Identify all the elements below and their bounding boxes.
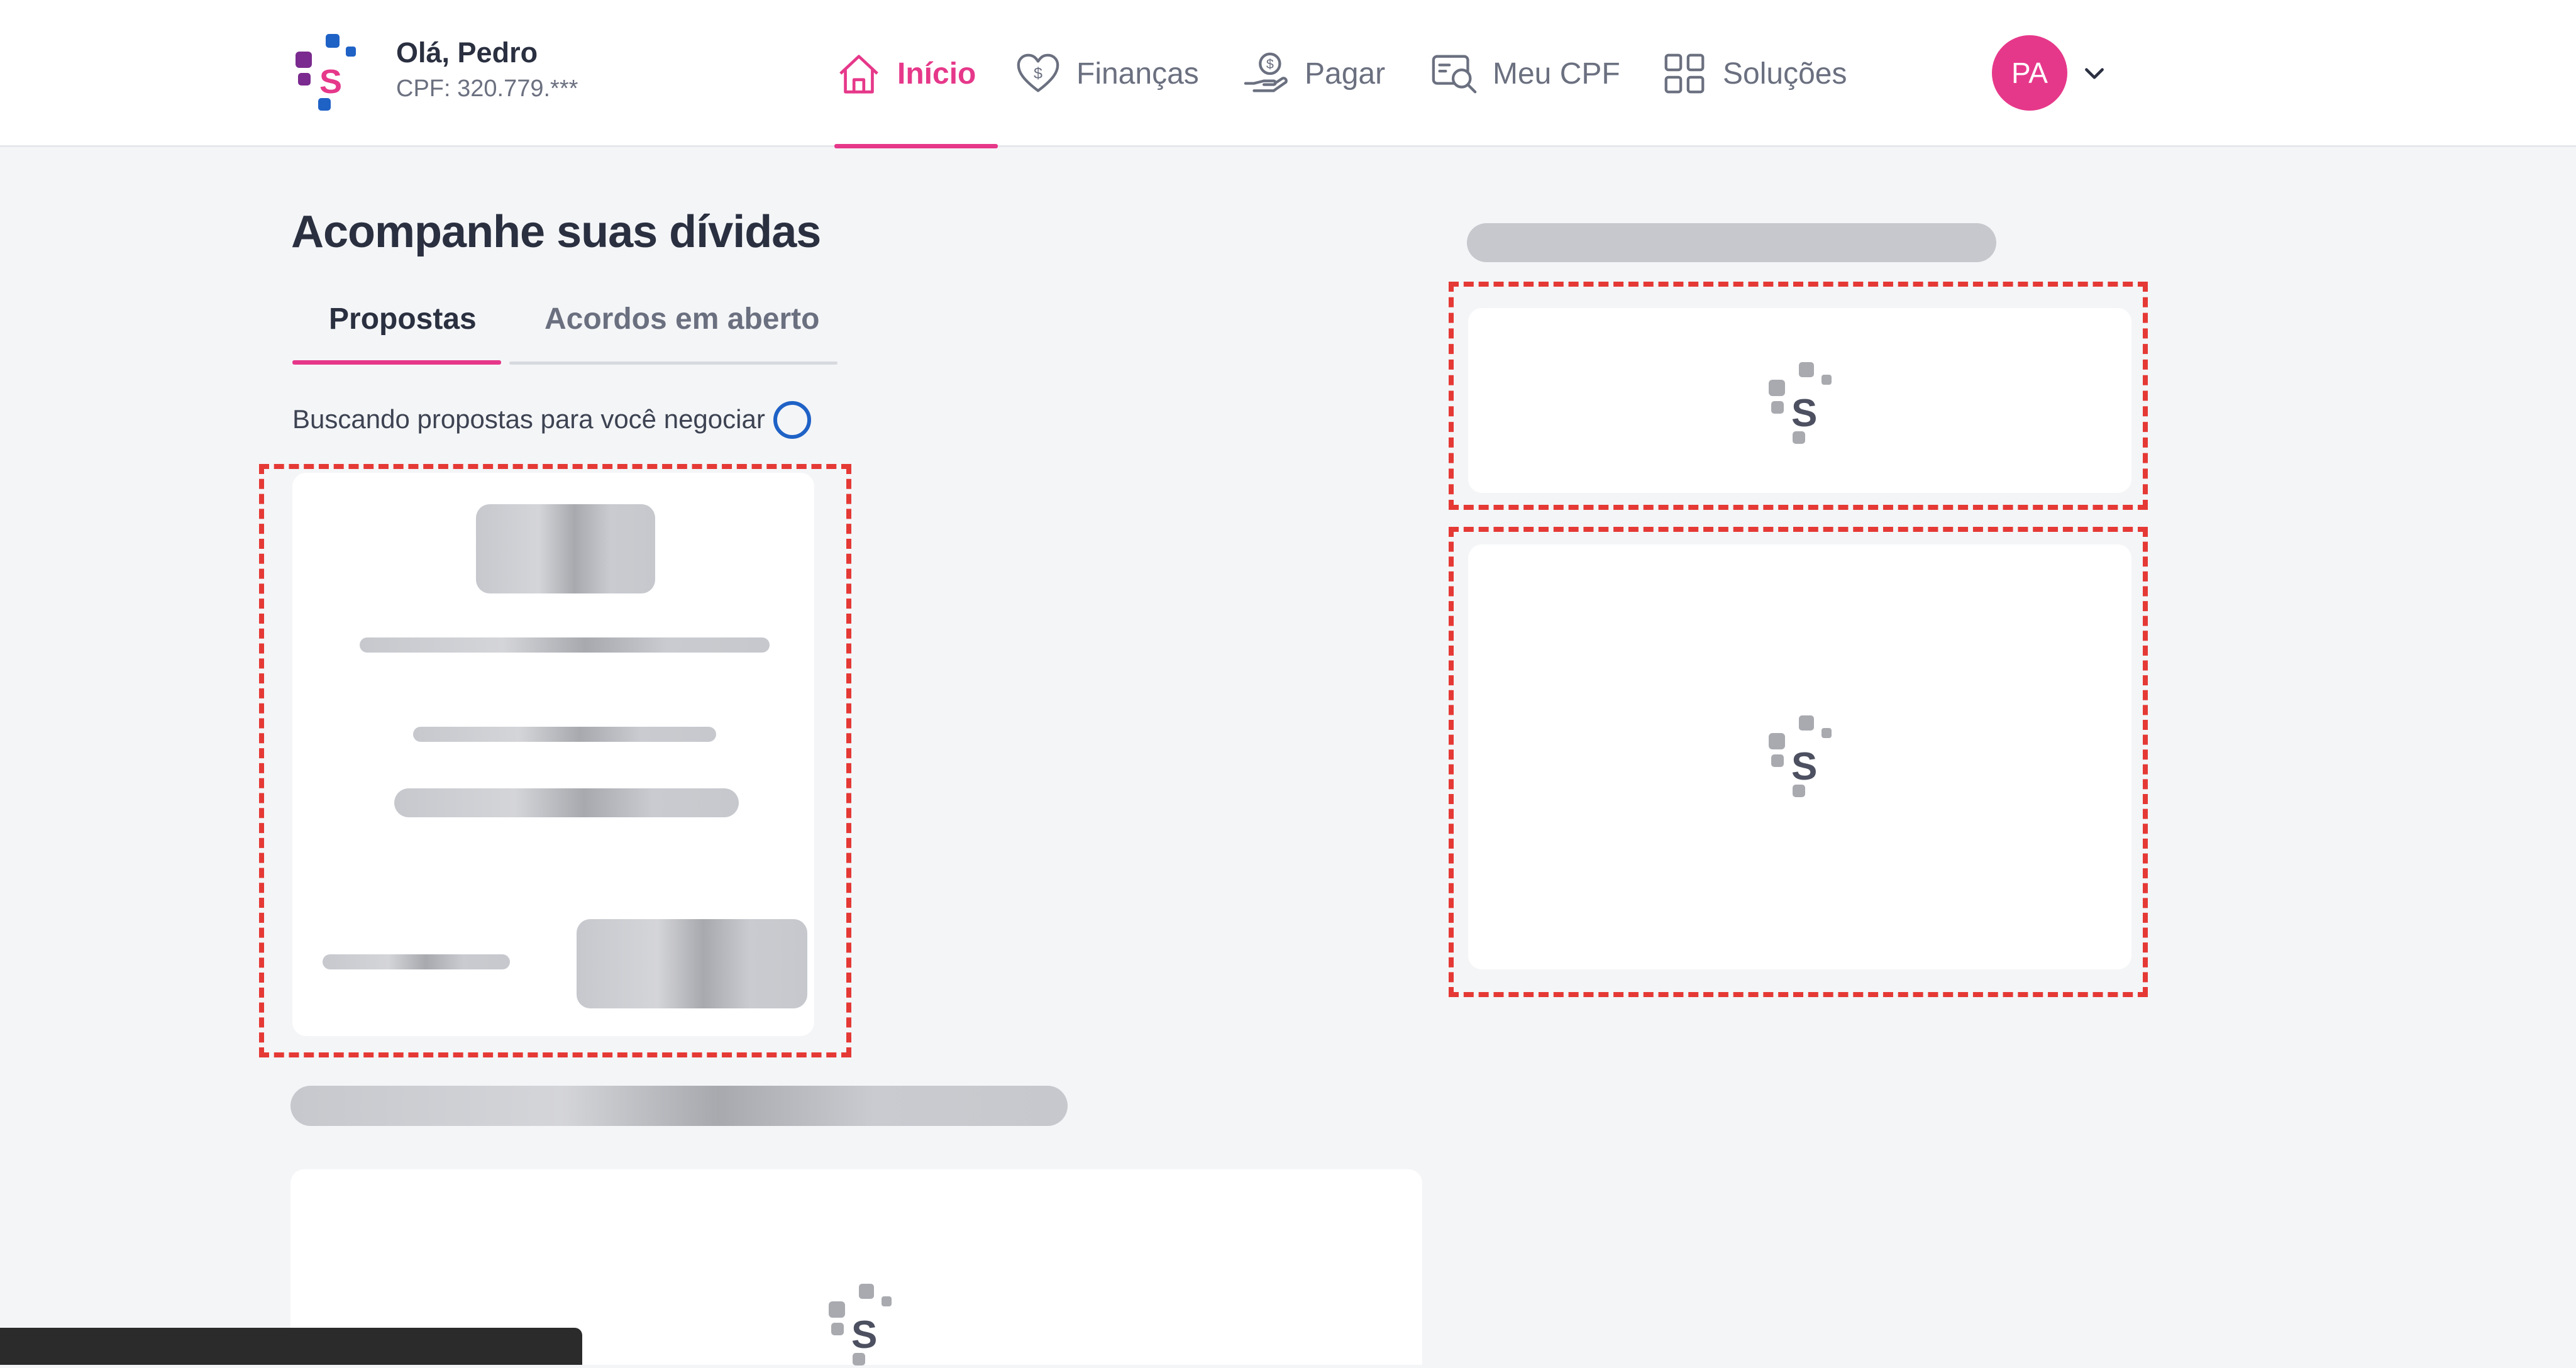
nav-label-meu-cpf: Meu CPF <box>1493 57 1620 91</box>
loading-logo-icon: S <box>1769 362 1832 444</box>
nav-item-financas[interactable]: $ Finanças <box>1014 50 1199 97</box>
user-greeting: Olá, Pedro <box>396 36 538 69</box>
user-avatar[interactable]: PA <box>1992 35 2067 111</box>
skeleton-line <box>360 637 770 653</box>
hand-coin-icon: $ <box>1244 52 1288 92</box>
skeleton-line <box>394 788 739 817</box>
svg-text:S: S <box>1791 392 1817 435</box>
nav-active-indicator <box>834 144 998 148</box>
svg-text:S: S <box>1791 745 1817 788</box>
heart-dollar-icon: $ <box>1017 53 1059 92</box>
nav-label-solucoes: Soluções <box>1723 57 1847 91</box>
svg-text:S: S <box>851 1313 877 1357</box>
id-search-icon <box>1432 55 1477 94</box>
loading-logo-icon: S <box>829 1284 892 1365</box>
loading-logo-icon: S <box>1769 715 1832 797</box>
svg-text:S: S <box>319 63 342 101</box>
tab-acordos-em-aberto[interactable]: Acordos em aberto <box>544 302 819 336</box>
nav-label-inicio: Início <box>897 57 976 91</box>
skeleton-line <box>413 727 716 742</box>
grid-icon <box>1664 53 1705 94</box>
loading-spinner-icon <box>773 401 811 439</box>
tab-active-indicator <box>292 360 501 365</box>
home-icon <box>839 55 878 94</box>
loading-status-text: Buscando propostas para você negociar <box>292 404 765 434</box>
svg-text:$: $ <box>1266 57 1274 72</box>
skeleton-button-placeholder <box>577 919 807 1008</box>
nav-item-solucoes[interactable]: Soluções <box>1660 50 1847 97</box>
skeleton-section-heading <box>290 1086 1068 1126</box>
skeleton-logo-placeholder <box>476 504 655 593</box>
nav-item-meu-cpf[interactable]: Meu CPF <box>1430 50 1620 97</box>
page-title: Acompanhe suas dívidas <box>291 207 821 257</box>
bottom-dark-banner <box>0 1328 582 1365</box>
top-header: S Olá, Pedro CPF: 320.779.*** Início $ F… <box>0 0 2576 148</box>
nav-item-inicio[interactable]: Início <box>834 50 976 97</box>
serasa-logo-icon[interactable]: S <box>294 33 357 112</box>
nav-item-pagar[interactable]: $ Pagar <box>1242 50 1385 97</box>
tab-inactive-indicator <box>509 361 837 365</box>
nav-label-pagar: Pagar <box>1305 57 1386 91</box>
chevron-down-icon[interactable] <box>2081 60 2108 87</box>
skeleton-line <box>323 954 510 969</box>
right-loading-card-2: S <box>1468 544 2131 969</box>
user-cpf: CPF: 320.779.*** <box>396 75 578 102</box>
svg-text:$: $ <box>1034 65 1042 82</box>
nav-label-financas: Finanças <box>1076 57 1199 91</box>
tab-propostas[interactable]: Propostas <box>329 302 477 336</box>
right-loading-card-1: S <box>1468 308 2131 493</box>
proposal-card-skeleton <box>292 473 814 1036</box>
skeleton-right-heading <box>1467 223 1996 262</box>
